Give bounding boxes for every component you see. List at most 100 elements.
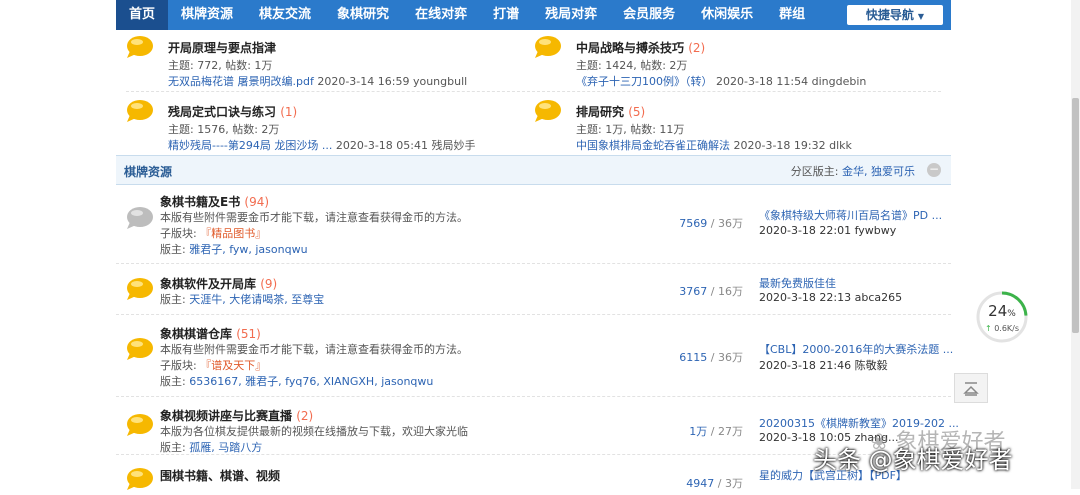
- last-post-meta: 2020-3-18 22:13 abca265: [759, 291, 903, 304]
- post-count: 36万: [718, 217, 743, 230]
- forum-title-link[interactable]: 残局定式口诀与练习 (1): [168, 103, 297, 120]
- last-post-link[interactable]: 中国象棋排局金蛇吞雀正确解法: [576, 139, 730, 152]
- main-nav: 首页 棋牌资源 棋友交流 象棋研究 在线对弈 打谱 残局对弈 会员服务 休闲娱乐…: [116, 0, 951, 31]
- new-count: (51): [236, 327, 261, 341]
- post-count: 16万: [718, 285, 743, 298]
- subforum-link[interactable]: 『谱及天下』: [200, 359, 266, 372]
- moderators[interactable]: 孤雁, 马踏八方: [189, 441, 262, 454]
- forum-row: 象棋棋谱仓库 (51) 本版有些附件需要金币才能下载，请注意查看获得金币的方法。…: [116, 315, 953, 397]
- forum-stats: 主题: 772, 帖数: 1万: [168, 59, 273, 72]
- subforum-label: 子版块:: [160, 359, 201, 372]
- collapse-icon[interactable]: −: [927, 163, 941, 177]
- subforum-link[interactable]: 『精品图书』: [200, 227, 266, 240]
- forum-content: 开局原理与要点指津 主题: 772, 帖数: 1万 无双品梅花谱 屠景明改编.p…: [116, 30, 959, 495]
- forum-title: 排局研究: [576, 105, 625, 119]
- new-count: (5): [628, 105, 646, 119]
- forum-title: 象棋视频讲座与比赛直播: [160, 409, 293, 423]
- last-post-meta: 2020-3-18 11:54 dingdebin: [716, 75, 867, 88]
- new-count: (9): [260, 277, 278, 291]
- forum-desc: 本版有些附件需要金币才能下载，请注意查看获得金币的方法。: [160, 211, 468, 224]
- new-count: (94): [244, 195, 270, 209]
- forum-bubble-icon: [127, 468, 153, 490]
- last-post-meta: 2020-3-14 16:59 youngbull: [317, 75, 468, 88]
- forum-desc: 本版有些附件需要金币才能下载，请注意查看获得金币的方法。: [160, 343, 468, 356]
- forum-bubble-icon: [535, 36, 561, 58]
- nav-item-groups[interactable]: 群组: [766, 0, 818, 30]
- last-post-link[interactable]: 最新免费版佳佳: [759, 275, 836, 291]
- forum-title-link[interactable]: 排局研究 (5): [576, 103, 645, 120]
- nav-item-endgame[interactable]: 残局对弈: [532, 0, 610, 30]
- forum-row: 象棋书籍及E书 (94) 本版有些附件需要金币才能下载，请注意查看获得金币的方法…: [116, 185, 951, 264]
- divider: [126, 91, 941, 92]
- nav-item-research[interactable]: 象棋研究: [324, 0, 402, 30]
- last-post-link[interactable]: 《象棋特级大师蒋川百局名谱》PD ...: [759, 207, 942, 223]
- last-post-link[interactable]: 精妙残局----第294局 龙困沙场 ...: [168, 139, 332, 152]
- forum-title: 残局定式口诀与练习: [168, 105, 277, 119]
- thread-count: 7569: [679, 217, 708, 230]
- last-post-link[interactable]: 《弃子十三刀100例》（转）: [576, 75, 713, 88]
- moderator-label: 版主:: [160, 441, 190, 454]
- post-count: 36万: [718, 351, 743, 364]
- last-post-meta: 2020-3-18 05:41 残局妙手: [335, 139, 476, 152]
- nav-item-resources[interactable]: 棋牌资源: [168, 0, 246, 30]
- moderators[interactable]: 雅君子, fyw, jasonqwu: [189, 243, 307, 256]
- forum-title-link[interactable]: 象棋棋谱仓库 (51): [160, 325, 261, 342]
- up-arrow-icon: ↑: [984, 324, 992, 333]
- quick-nav-button[interactable]: 快捷导航 ▼: [847, 5, 943, 25]
- forum-bubble-icon: [127, 36, 153, 58]
- last-post-meta: 2020-3-18 22:01 fywbwy: [759, 224, 897, 237]
- scrollbar[interactable]: [1071, 0, 1080, 489]
- nav-item-chat[interactable]: 棋友交流: [246, 0, 324, 30]
- nav-item-leisure[interactable]: 休闲娱乐: [688, 0, 766, 30]
- forum-bubble-icon: [535, 100, 561, 122]
- section-mods[interactable]: 金华, 独爱可乐: [842, 165, 915, 178]
- forum-bubble-icon: [127, 414, 153, 436]
- new-count: (1): [280, 105, 298, 119]
- nav-item-home[interactable]: 首页: [116, 0, 169, 30]
- forum-title-link[interactable]: 象棋软件及开局库 (9): [160, 275, 277, 292]
- top-forum-grid: 开局原理与要点指津 主题: 772, 帖数: 1万 无双品梅花谱 屠景明改编.p…: [116, 30, 951, 155]
- back-to-top-icon: [963, 382, 979, 396]
- forum-title-link[interactable]: 象棋书籍及E书 (94): [160, 193, 269, 210]
- forum-bubble-icon: [127, 100, 153, 122]
- forum-title-link[interactable]: 开局原理与要点指津: [168, 39, 276, 56]
- thread-count: 6115: [679, 351, 708, 364]
- nav-item-members[interactable]: 会员服务: [610, 0, 688, 30]
- moderators[interactable]: 天涯牛, 大佬请喝茶, 至尊宝: [189, 293, 324, 306]
- watermark: 头条 @象棋爱好者: [813, 446, 1013, 474]
- forum-bubble-icon: [127, 207, 153, 229]
- back-to-top-button[interactable]: [954, 373, 988, 403]
- last-post-link[interactable]: 【CBL】2000-2016年的大赛杀法题 ...: [759, 341, 953, 357]
- moderators[interactable]: 6536167, 雅君子, fyq76, XIANGXH, jasonqwu: [189, 375, 433, 388]
- new-count: (2): [688, 41, 706, 55]
- speed-unit: %: [1007, 309, 1016, 319]
- forum-title-link[interactable]: 象棋视频讲座与比赛直播 (2): [160, 407, 313, 424]
- moderator-label: 版主:: [160, 375, 190, 388]
- forum-stats: 主题: 1424, 帖数: 2万: [576, 59, 688, 72]
- section-mods-label: 分区版主:: [790, 165, 842, 178]
- forum-desc: 本版为各位棋友提供最新的视频在线播放与下载，欢迎大家光临: [160, 425, 468, 438]
- last-post-link[interactable]: 无双品梅花谱 屠景明改编.pdf: [168, 75, 314, 88]
- section-title[interactable]: 棋牌资源: [124, 163, 172, 180]
- forum-title: 象棋棋谱仓库: [160, 327, 233, 341]
- network-speed-widget[interactable]: 24% ↑ 0.6K/s: [975, 290, 1029, 344]
- nav-item-online-play[interactable]: 在线对弈: [402, 0, 480, 30]
- last-post-meta: 2020-3-18 21:46 陈敬毅: [759, 359, 888, 372]
- post-count: 3万: [725, 477, 743, 490]
- forum-row: 象棋软件及开局库 (9) 版主: 天涯牛, 大佬请喝茶, 至尊宝 3767 / …: [116, 264, 951, 315]
- forum-title: 开局原理与要点指津: [168, 41, 277, 55]
- caret-down-icon: ▼: [917, 12, 925, 21]
- last-post-meta: 2020-3-18 19:32 dlkk: [733, 139, 852, 152]
- nav-item-record[interactable]: 打谱: [480, 0, 532, 30]
- forum-title: 象棋软件及开局库: [160, 277, 257, 291]
- section-header: 棋牌资源 分区版主: 金华, 独爱可乐 −: [116, 155, 951, 185]
- thread-count: 1万: [689, 425, 708, 438]
- moderator-label: 版主:: [160, 293, 190, 306]
- forum-title-link[interactable]: 中局战略与搏杀技巧 (2): [576, 39, 705, 56]
- scrollbar-thumb[interactable]: [1072, 98, 1079, 333]
- forum-title: 象棋书籍及E书: [160, 195, 241, 209]
- forum-stats: 主题: 1万, 帖数: 11万: [576, 123, 685, 136]
- thread-count: 4947: [686, 477, 715, 490]
- forum-title-link[interactable]: 围棋书籍、棋谱、视频: [160, 467, 280, 484]
- forum-stats: 主题: 1576, 帖数: 2万: [168, 123, 280, 136]
